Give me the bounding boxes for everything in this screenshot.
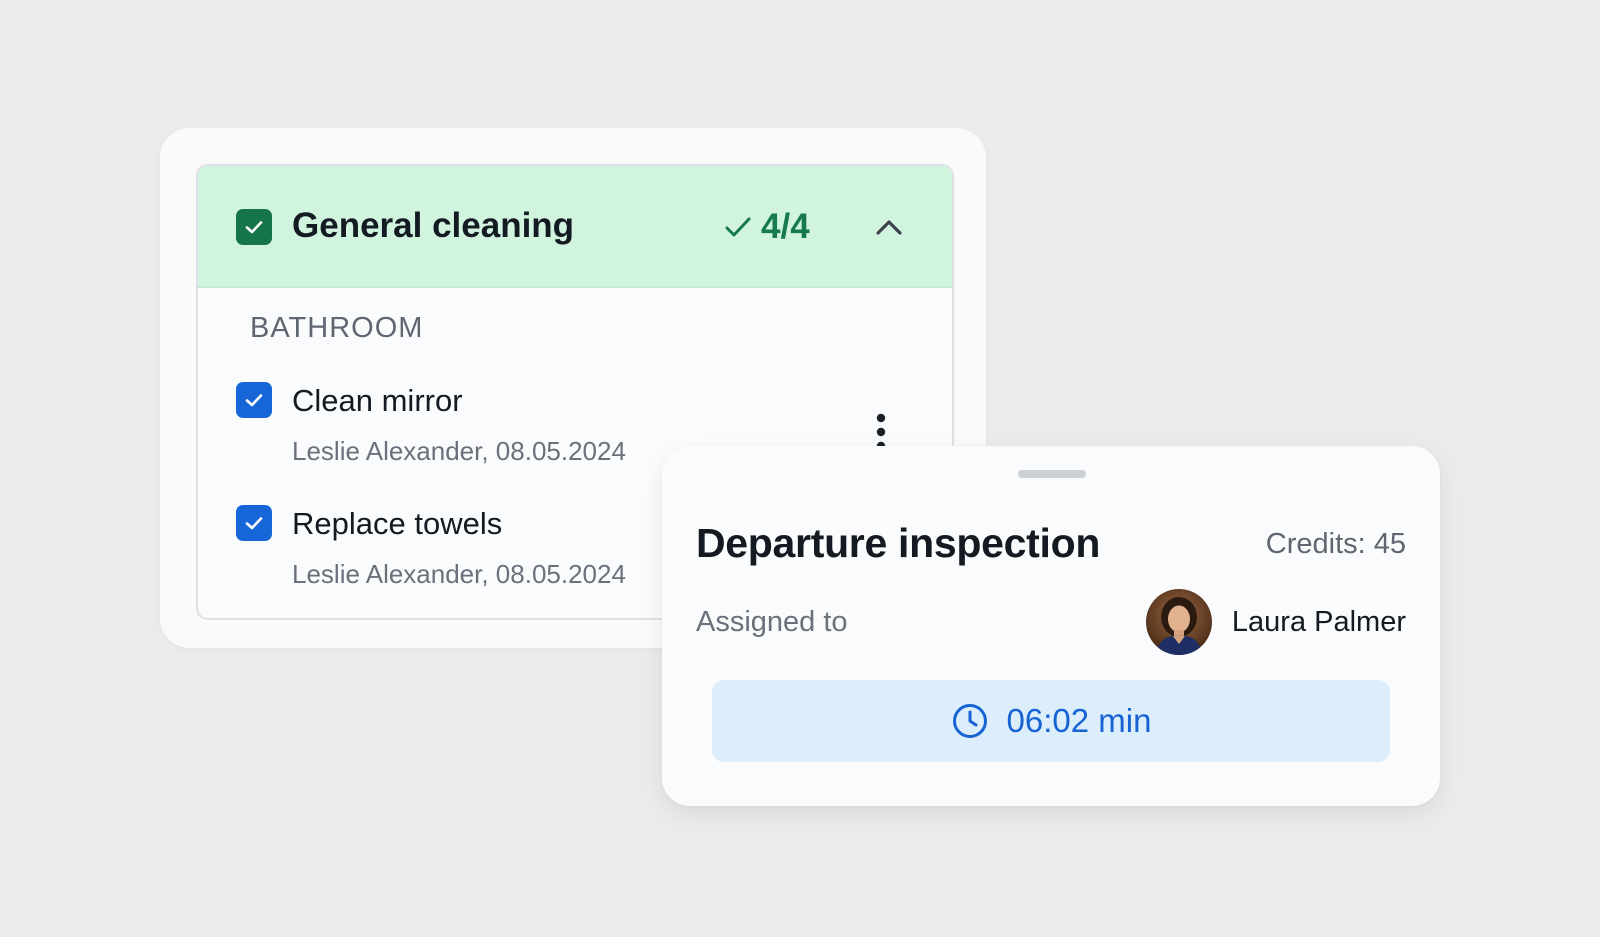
- item-title[interactable]: Replace towels: [292, 506, 502, 542]
- check-icon: [725, 217, 751, 237]
- section-checkbox[interactable]: [236, 209, 272, 245]
- item-checkbox-clean-mirror[interactable]: [236, 382, 272, 418]
- assignee[interactable]: Laura Palmer: [1145, 588, 1406, 656]
- section-header[interactable]: General cleaning 4/4: [198, 166, 952, 288]
- item-meta: Leslie Alexander, 08.05.2024: [292, 559, 626, 589]
- assigned-label: Assigned to: [696, 606, 848, 638]
- credits-label: Credits: 45: [1265, 528, 1406, 560]
- checkmark-icon: [245, 517, 263, 530]
- avatar: [1145, 589, 1212, 655]
- section-progress: 4/4: [723, 206, 810, 248]
- timer-pill[interactable]: 06:02 min: [712, 680, 1390, 762]
- timer-value: 06:02 min: [1006, 702, 1152, 739]
- item-checkbox-replace-towels[interactable]: [236, 505, 272, 541]
- checkmark-icon: [245, 394, 263, 407]
- progress-count: 4/4: [761, 207, 810, 246]
- drag-handle[interactable]: [1018, 470, 1086, 478]
- item-meta: Leslie Alexander, 08.05.2024: [292, 436, 626, 466]
- item-title[interactable]: Clean mirror: [292, 383, 463, 419]
- sheet-title: Departure inspection: [696, 520, 1101, 566]
- group-label: BATHROOM: [250, 312, 424, 344]
- checkmark-icon: [245, 221, 263, 234]
- assignee-name: Laura Palmer: [1231, 605, 1406, 638]
- inspection-sheet: Departure inspection Credits: 45 Assigne…: [662, 446, 1440, 806]
- clock-icon: [952, 704, 987, 738]
- section-title: General cleaning: [292, 206, 575, 245]
- chevron-up-icon[interactable]: [874, 214, 904, 240]
